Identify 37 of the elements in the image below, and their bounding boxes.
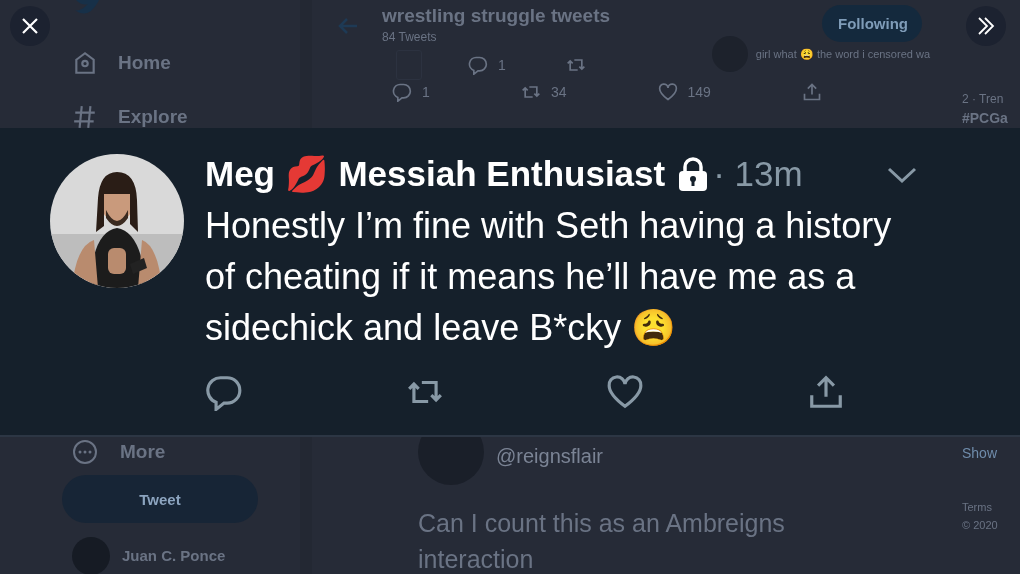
following-button[interactable]: Following	[822, 5, 922, 42]
tweet-button[interactable]: Tweet	[62, 475, 258, 523]
show-more-link[interactable]: Show	[962, 445, 1020, 461]
nav-item[interactable]: Explore	[118, 106, 188, 128]
close-icon	[21, 17, 39, 35]
more-circle-icon[interactable]	[72, 439, 98, 465]
author-name: Meg 💋 Messiah Enthusiast	[205, 153, 666, 195]
action-count: 149	[687, 84, 711, 100]
close-button[interactable]	[10, 6, 50, 46]
house-icon[interactable]	[72, 50, 98, 76]
page-title: wrestling struggle tweets	[382, 5, 611, 27]
nav-item[interactable]: Home	[118, 52, 171, 74]
tweet-time: · 13m	[713, 154, 803, 194]
reply-icon[interactable]	[205, 373, 243, 411]
trend-meta: 2 · Tren	[962, 92, 1005, 106]
double-chevron-icon	[976, 16, 996, 36]
next-button[interactable]	[966, 6, 1006, 46]
heart-icon[interactable]	[606, 373, 645, 411]
quoted-text: girl what 😩 the word i censored wa	[755, 47, 930, 61]
reply-icon[interactable]	[468, 55, 488, 75]
trend-name[interactable]: #PCGa	[962, 110, 1020, 126]
user-handle[interactable]: @reignsflair	[496, 445, 603, 485]
account-name[interactable]: Juan C. Ponce	[122, 547, 226, 574]
heart-icon[interactable]	[657, 82, 678, 102]
share-icon[interactable]	[801, 82, 822, 102]
action-count: 1	[422, 84, 430, 100]
reply-text: Can I count this as an Ambreigns interaction	[418, 508, 786, 574]
hashtag-icon[interactable]	[72, 104, 98, 128]
action-count: 1	[498, 57, 506, 73]
reply-icon[interactable]	[392, 82, 412, 102]
chevron-down-icon[interactable]	[887, 166, 917, 184]
copyright-text: © 2020	[962, 519, 999, 531]
action-count: 34	[550, 84, 567, 100]
nav-item[interactable]: More	[120, 441, 166, 463]
tweet-text: Honestly I’m fine with Seth having a history of cheating if it means he’ll have me as a sidechick and leave B*cky 😩	[205, 204, 893, 350]
terms-link[interactable]: Terms	[962, 501, 1020, 513]
tweet-count: 84 Tweets	[382, 30, 438, 44]
